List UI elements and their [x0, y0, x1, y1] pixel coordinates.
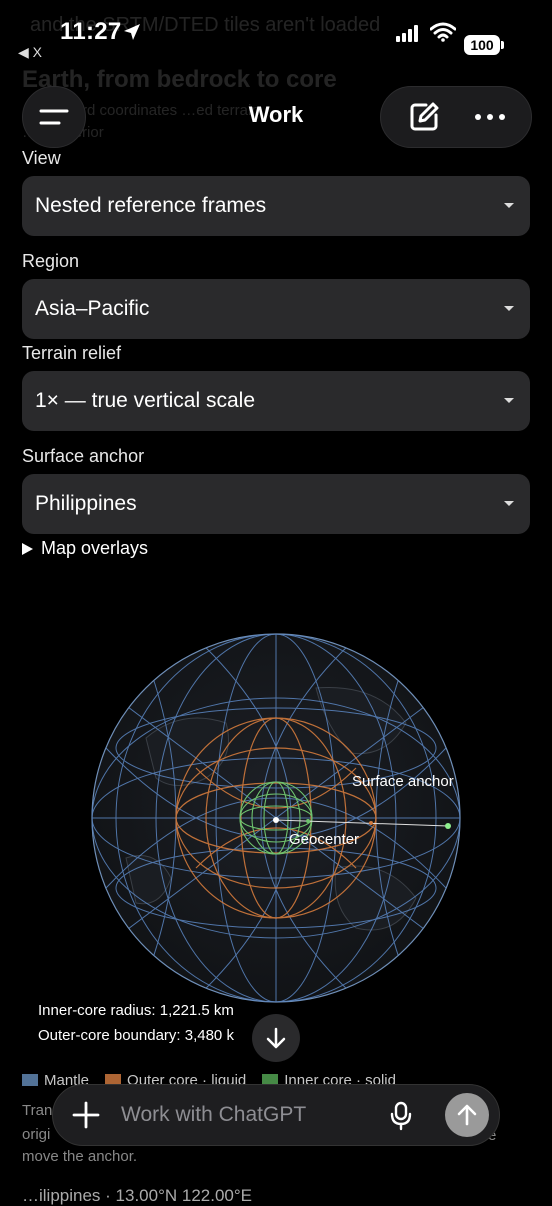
- globe-visualization[interactable]: [86, 628, 472, 1008]
- surface-anchor-select[interactable]: Philippines: [22, 474, 530, 534]
- header-actions: [380, 86, 532, 148]
- map-overlays-toggle[interactable]: Map overlays: [22, 538, 148, 559]
- region-label: Region: [22, 251, 80, 271]
- scroll-to-bottom-button[interactable]: [252, 1014, 300, 1062]
- disclosure-triangle-icon: [22, 543, 33, 555]
- view-select[interactable]: Nested reference frames: [22, 176, 530, 236]
- more-options-icon[interactable]: [474, 113, 506, 121]
- terrain-relief-select-value: 1× — true vertical scale: [35, 389, 256, 412]
- surface-anchor-annotation: Surface anchor: [352, 773, 454, 790]
- chevron-down-icon: [504, 203, 514, 208]
- description-line: move the anchor.: [22, 1148, 138, 1165]
- back-triangle-icon: ◀: [18, 44, 29, 60]
- back-to-app[interactable]: ◀ X: [18, 44, 42, 61]
- send-button[interactable]: [445, 1093, 489, 1137]
- region-select-value: Asia–Pacific: [35, 297, 150, 320]
- chat-composer: Work with ChatGPT: [52, 1084, 500, 1146]
- geocenter-marker: [273, 817, 279, 823]
- wifi-icon: [430, 22, 456, 42]
- surface-anchor-label: Surface anchor: [22, 446, 145, 466]
- message-input[interactable]: Work with ChatGPT: [121, 1103, 306, 1127]
- plus-icon[interactable]: [71, 1100, 101, 1130]
- terrain-relief-label: Terrain relief: [22, 343, 122, 363]
- inner-core-crossing-marker: [306, 819, 310, 823]
- back-app-label: X: [32, 44, 43, 60]
- arrow-down-icon: [266, 1027, 286, 1049]
- battery-icon: 100: [464, 35, 500, 55]
- cellular-signal-icon: [396, 24, 418, 42]
- surface-anchor-marker: [445, 823, 451, 829]
- view-label: View: [22, 148, 61, 168]
- outer-core-crossing-marker: [369, 821, 373, 825]
- geocenter-annotation: Geocenter: [289, 831, 360, 848]
- outer-core-boundary-text: Outer-core boundary: 3,480 k: [38, 1027, 234, 1044]
- legend-swatch: [22, 1074, 38, 1086]
- microphone-icon[interactable]: [389, 1101, 413, 1131]
- description-line: Tran: [22, 1102, 53, 1119]
- anchor-coordinates-text: …ilippines · 13.00°N 122.00°E: [22, 1186, 253, 1205]
- description-line: origi: [22, 1126, 51, 1143]
- terrain-relief-select[interactable]: 1× — true vertical scale: [22, 371, 530, 431]
- region-select[interactable]: Asia–Pacific: [22, 279, 530, 339]
- new-chat-icon[interactable]: [406, 99, 442, 135]
- arrow-up-icon: [457, 1104, 477, 1126]
- chevron-down-icon: [504, 398, 514, 403]
- inner-core-radius-text: Inner-core radius: 1,221.5 km: [38, 1002, 234, 1019]
- surface-anchor-select-value: Philippines: [35, 492, 137, 515]
- background-text-line: and the SRTM/DTED tiles aren't loaded: [30, 14, 381, 36]
- chevron-down-icon: [504, 306, 514, 311]
- view-select-value: Nested reference frames: [35, 194, 267, 217]
- battery-nub: [501, 41, 504, 49]
- map-overlays-label: Map overlays: [41, 538, 149, 558]
- chevron-down-icon: [504, 501, 514, 506]
